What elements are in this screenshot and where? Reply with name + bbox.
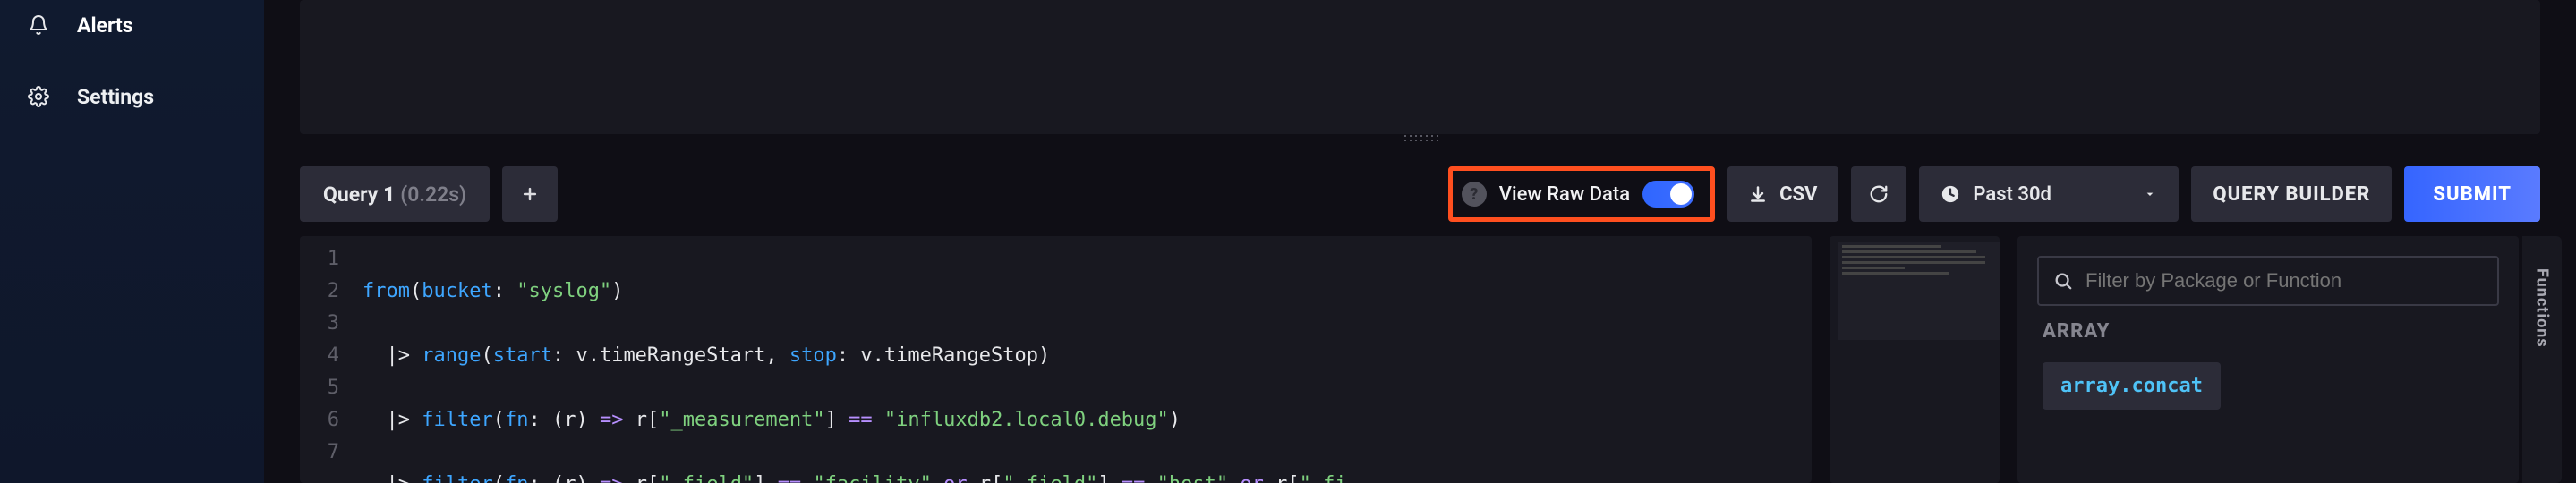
query-tab-timing: (0.22s)	[400, 182, 466, 207]
gear-icon	[27, 85, 50, 108]
resize-handle[interactable]	[1399, 133, 1442, 142]
sidebar-item-settings[interactable]: Settings	[0, 72, 264, 122]
sidebar-item-label: Settings	[77, 85, 154, 109]
sidebar-item-label: Alerts	[77, 13, 133, 38]
help-icon[interactable]: ?	[1462, 182, 1487, 207]
submit-label: SUBMIT	[2433, 183, 2512, 206]
functions-search-input[interactable]	[2086, 269, 2483, 292]
query-builder-label: QUERY BUILDER	[2213, 183, 2370, 206]
search-icon	[2053, 271, 2073, 291]
functions-side-tab[interactable]: Functions	[2522, 236, 2562, 483]
csv-label: CSV	[1779, 183, 1817, 206]
add-query-button[interactable]	[502, 166, 558, 222]
functions-section-title: ARRAY	[2043, 320, 2494, 343]
visualization-panel	[300, 0, 2540, 134]
view-raw-data-toggle[interactable]	[1642, 181, 1694, 208]
view-raw-data-group: ? View Raw Data	[1448, 166, 1715, 222]
line-number-gutter: 1 2 3 4 5 6 7	[300, 236, 348, 483]
chevron-down-icon	[2143, 187, 2157, 201]
functions-side-label: Functions	[2533, 236, 2552, 348]
function-item-array-concat[interactable]: array.concat	[2043, 362, 2221, 410]
query-toolbar: Query 1 (0.22s) ? View Raw Data	[300, 166, 2540, 222]
csv-download-button[interactable]: CSV	[1727, 166, 1838, 222]
query-tab-label: Query 1	[323, 182, 395, 207]
refresh-button[interactable]	[1851, 166, 1906, 222]
minimap[interactable]	[1830, 236, 2000, 483]
editor-area: 1 2 3 4 5 6 7 from(bucket: "syslog") |> …	[300, 236, 2519, 483]
main-area: Query 1 (0.22s) ? View Raw Data	[264, 0, 2576, 483]
clock-icon	[1941, 184, 1960, 204]
download-icon	[1749, 185, 1767, 203]
view-raw-data-label: View Raw Data	[1499, 183, 1630, 206]
time-range-dropdown[interactable]: Past 30d	[1919, 166, 2179, 222]
code-content[interactable]: from(bucket: "syslog") |> range(start: v…	[348, 236, 1347, 483]
submit-button[interactable]: SUBMIT	[2404, 166, 2540, 222]
code-editor[interactable]: 1 2 3 4 5 6 7 from(bucket: "syslog") |> …	[300, 236, 1812, 483]
functions-panel: ARRAY array.concat	[2017, 236, 2519, 483]
refresh-icon	[1869, 184, 1889, 204]
bell-icon	[27, 13, 50, 37]
query-builder-button[interactable]: QUERY BUILDER	[2191, 166, 2392, 222]
query-tabs: Query 1 (0.22s)	[300, 166, 558, 222]
query-tab-1[interactable]: Query 1 (0.22s)	[300, 166, 490, 222]
toggle-knob	[1670, 183, 1692, 205]
sidebar-item-alerts[interactable]: Alerts	[0, 0, 264, 50]
time-range-label: Past 30d	[1973, 183, 2051, 206]
functions-search[interactable]	[2037, 256, 2499, 306]
sidebar: Alerts Settings	[0, 0, 264, 483]
